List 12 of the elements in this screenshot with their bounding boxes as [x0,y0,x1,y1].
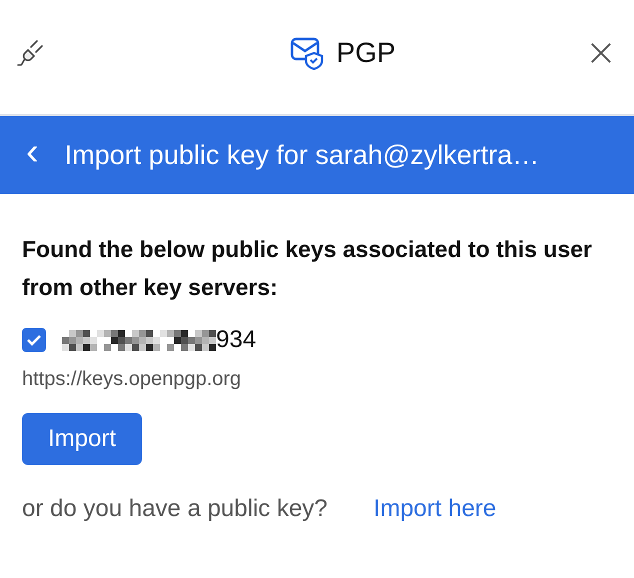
question-text: or do you have a public key? [22,495,328,523]
page-title: Import public key for sarah@zylkertra… [64,140,540,170]
mail-shield-icon [290,36,324,70]
close-icon[interactable] [590,42,612,64]
import-button[interactable]: Import [22,413,142,465]
checkbox[interactable] [22,328,46,352]
message-text: Found the below public keys associated to this user from other key servers: [22,235,594,302]
app-title: PGP [336,37,396,69]
back-button[interactable]: ‹ [22,133,43,177]
key-id: 934 [216,326,256,354]
import-here-link[interactable]: Import here [374,495,496,523]
server-url: https://keys.openpgp.org [22,368,242,391]
